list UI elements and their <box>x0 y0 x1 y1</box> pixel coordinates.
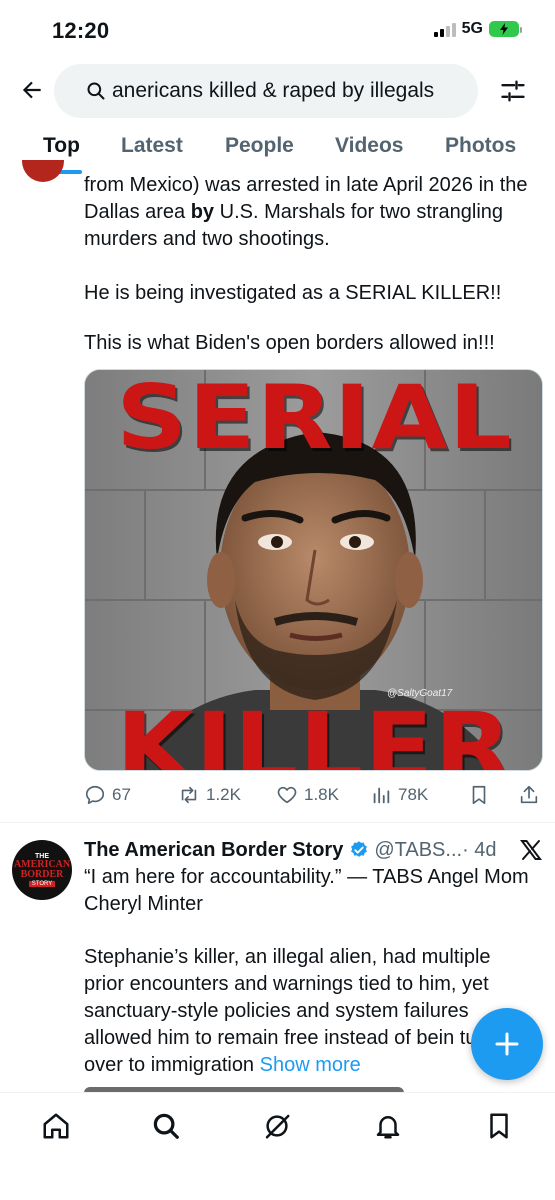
image-watermark: @SaltyGoat17 <box>387 688 453 699</box>
bottom-navigation <box>0 1092 555 1200</box>
signal-bars-icon <box>433 21 456 37</box>
x-logo-icon <box>520 840 542 860</box>
like-count: 1.8K <box>304 785 339 804</box>
repost-count: 1.2K <box>206 785 241 804</box>
avatar[interactable]: THE AMERICAN BORDER STORY <box>12 840 72 900</box>
search-query: anericans killed & raped by illegals <box>112 79 435 102</box>
tweet-paragraph: Stephanie’s killer, an illegal alien, ha… <box>84 944 536 1079</box>
nav-explore[interactable] <box>149 1109 183 1143</box>
search-tabs: Top Latest People Videos Photos <box>0 126 555 174</box>
reply-icon <box>85 785 105 805</box>
tab-latest[interactable]: Latest <box>121 134 183 158</box>
tweet-time: · 4d <box>462 838 497 861</box>
view-count: 78K <box>398 785 429 804</box>
author-handle[interactable]: @TABS... <box>374 839 462 862</box>
nav-grok[interactable] <box>260 1109 294 1143</box>
avatar-logo-text: BORDER <box>20 869 64 880</box>
show-more-link[interactable]: Show more <box>260 1054 361 1076</box>
status-time: 12:20 <box>52 18 110 43</box>
tab-videos[interactable]: Videos <box>335 134 403 158</box>
battery-charging-icon <box>489 21 522 37</box>
verified-badge-icon <box>351 841 368 857</box>
tab-people[interactable]: People <box>225 134 294 158</box>
search-icon <box>153 1113 179 1139</box>
tweet-paragraph: This is what Biden's open borders allowe… <box>84 332 495 354</box>
filter-sliders-icon <box>501 80 525 102</box>
nav-notifications[interactable] <box>371 1109 405 1143</box>
tweet-divider <box>0 822 555 823</box>
tweet-text-bold: by <box>190 201 215 223</box>
author-name[interactable]: The American Border Story <box>84 839 343 862</box>
tab-photos[interactable]: Photos <box>445 134 516 158</box>
tweet-header: The American Border Story @TABS... · 4d <box>84 836 504 864</box>
share-icon <box>520 785 538 804</box>
bookmark-button[interactable] <box>468 784 490 806</box>
like-button[interactable]: 1.8K <box>276 784 339 806</box>
network-label: 5G <box>461 20 483 37</box>
reply-count: 67 <box>112 785 131 804</box>
search-header: anericans killed & raped by illegals <box>0 62 555 120</box>
views-button[interactable]: 78K <box>370 784 428 806</box>
tweet-image[interactable]: SERIAL KILLER @SaltyGoat17 <box>84 369 543 771</box>
grok-x-button[interactable] <box>518 836 544 864</box>
bookmark-icon <box>472 785 486 805</box>
grok-icon <box>265 1114 290 1139</box>
reply-button[interactable]: 67 <box>84 784 131 806</box>
notifications-bell-icon <box>376 1116 400 1139</box>
tweet-action-bar: 67 1.2K 1.8K 78K <box>84 778 546 814</box>
back-button[interactable] <box>16 74 48 106</box>
status-indicators: 5G <box>433 20 522 38</box>
search-input[interactable]: anericans killed & raped by illegals <box>54 64 478 118</box>
bookmark-icon <box>490 1113 508 1139</box>
repost-button[interactable]: 1.2K <box>178 784 241 806</box>
tweet-paragraph: “I am here for accountability.” — TABS A… <box>84 866 529 915</box>
filter-button[interactable] <box>496 74 530 108</box>
nav-home[interactable] <box>39 1109 73 1143</box>
image-headline-top: SERIAL <box>116 369 513 469</box>
nav-bookmarks[interactable] <box>482 1109 516 1143</box>
avatar-logo-text: STORY <box>28 881 56 887</box>
back-arrow-icon <box>22 81 41 99</box>
avatar[interactable] <box>22 160 64 182</box>
share-button[interactable] <box>518 784 540 806</box>
home-icon <box>43 1113 69 1139</box>
repost-icon <box>181 786 197 804</box>
views-chart-icon <box>373 787 390 804</box>
heart-icon <box>277 786 297 804</box>
plus-icon <box>495 1032 519 1056</box>
image-headline-bottom: KILLER <box>116 692 513 771</box>
compose-button[interactable] <box>471 1008 543 1080</box>
tweet-paragraph: He is being investigated as a SERIAL KIL… <box>84 282 502 304</box>
tweet-text: from Mexico) was arrested in late April … <box>84 172 536 253</box>
search-icon <box>87 82 105 100</box>
status-bar: 12:20 5G <box>0 0 555 62</box>
tab-top[interactable]: Top <box>43 134 80 158</box>
